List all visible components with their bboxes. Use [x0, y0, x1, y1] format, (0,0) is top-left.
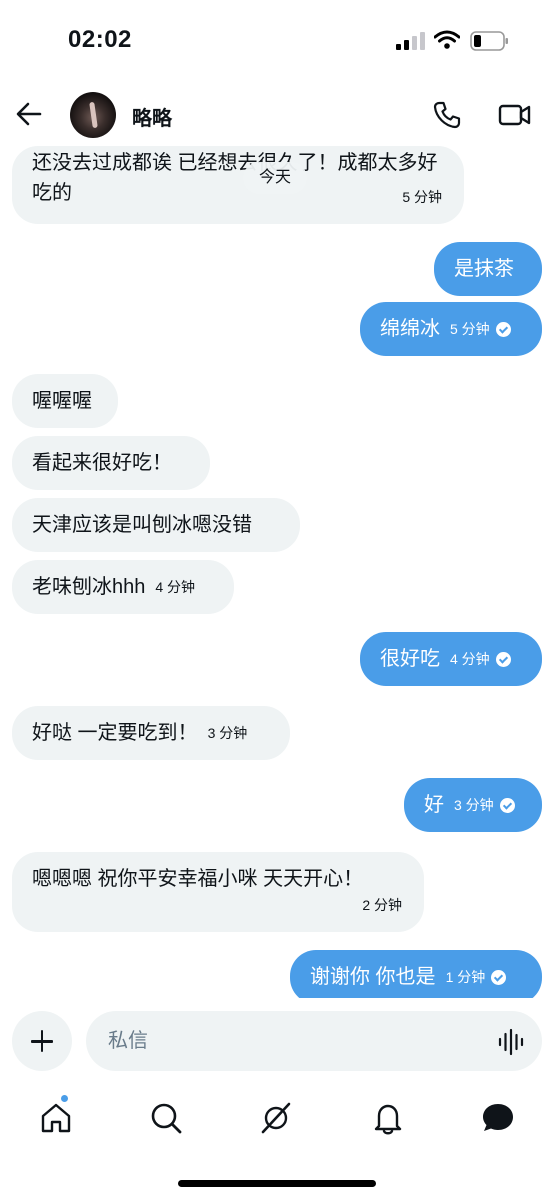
message-text: 绵绵冰 [380, 318, 440, 340]
message-composer [0, 1008, 554, 1074]
message-bubble-sent[interactable]: 绵绵冰 5 分钟 [360, 302, 542, 356]
message-text: 好 [424, 794, 444, 816]
message-text: 是抹茶 [454, 258, 514, 280]
message-text: 看起来很好吃！ [32, 452, 172, 474]
avatar[interactable] [70, 92, 116, 138]
conversation-header: 略略 [0, 84, 554, 146]
message-text: 喔喔喔 [32, 390, 92, 412]
message-bubble-received[interactable]: 好哒 一定要吃到！ 3 分钟 [12, 706, 290, 760]
home-indicator [178, 1180, 376, 1187]
message-text: 很好吃 [380, 648, 440, 670]
home-icon[interactable] [38, 1100, 74, 1136]
search-icon[interactable] [148, 1100, 184, 1136]
back-arrow-icon[interactable] [14, 99, 44, 129]
message-time: 5 分钟 [450, 321, 490, 337]
message-text: 谢谢你 你也是 [310, 966, 436, 988]
add-media-button[interactable] [12, 1011, 72, 1071]
battery-icon [470, 31, 508, 51]
read-check-icon [491, 970, 507, 985]
messages-icon[interactable] [480, 1100, 516, 1136]
read-check-icon [495, 652, 511, 667]
message-time: 4 分钟 [155, 579, 196, 595]
bottom-tab-bar [0, 1086, 554, 1150]
message-bubble-received[interactable]: 老味刨冰hhh 4 分钟 [12, 560, 234, 614]
message-time: 2 分钟 [362, 897, 402, 913]
message-bubble-received[interactable]: 嗯嗯嗯 祝你平安幸福小咪 天天开心！ 2 分钟 [12, 852, 424, 932]
message-bubble-sent[interactable]: 谢谢你 你也是 1 分钟 [290, 950, 542, 998]
status-time: 02:02 [68, 26, 132, 53]
notifications-bell-icon[interactable] [370, 1100, 406, 1136]
message-time: 5 分钟 [402, 189, 442, 205]
message-bubble-received[interactable]: 看起来很好吃！ [12, 436, 210, 490]
status-bar: 02:02 [0, 0, 554, 84]
message-time: 3 分钟 [207, 725, 248, 741]
message-time: 1 分钟 [445, 969, 486, 985]
phone-call-icon[interactable] [432, 100, 462, 130]
date-separator: 今天 [243, 162, 308, 194]
message-bubble-received[interactable]: 还没去过成都诶 已经想去很久了！成都太多好吃的 5 分钟 [12, 146, 464, 224]
grok-icon[interactable] [258, 1100, 294, 1136]
message-time: 4 分钟 [450, 651, 490, 667]
message-bubble-sent[interactable]: 是抹茶 [434, 242, 542, 296]
message-list[interactable]: 还没去过成都诶 已经想去很久了！成都太多好吃的 5 分钟 今天 是抹茶 绵绵冰 5… [0, 146, 554, 998]
cellular-signal-icon [396, 32, 425, 50]
video-call-icon[interactable] [498, 100, 532, 130]
message-bubble-sent[interactable]: 很好吃 4 分钟 [360, 632, 542, 686]
message-bubble-received[interactable]: 喔喔喔 [12, 374, 118, 428]
message-text: 还没去过成都诶 已经想去很久了！成都太多好吃的 [32, 152, 438, 204]
message-text: 嗯嗯嗯 祝你平安幸福小咪 天天开心！ [32, 868, 364, 890]
contact-name[interactable]: 略略 [132, 102, 172, 131]
message-text: 好哒 一定要吃到！ [32, 722, 198, 744]
message-time: 3 分钟 [454, 797, 494, 813]
read-check-icon [499, 798, 515, 813]
wifi-icon [434, 30, 460, 49]
message-bubble-received[interactable]: 天津应该是叫刨冰嗯没错 [12, 498, 300, 552]
read-check-icon [495, 322, 511, 337]
voice-waveform-icon[interactable] [498, 1028, 524, 1056]
notification-dot [60, 1094, 69, 1103]
message-text: 天津应该是叫刨冰嗯没错 [32, 514, 252, 536]
message-input[interactable] [86, 1011, 542, 1071]
message-bubble-sent[interactable]: 好 3 分钟 [404, 778, 542, 832]
message-text: 老味刨冰hhh [32, 576, 146, 598]
